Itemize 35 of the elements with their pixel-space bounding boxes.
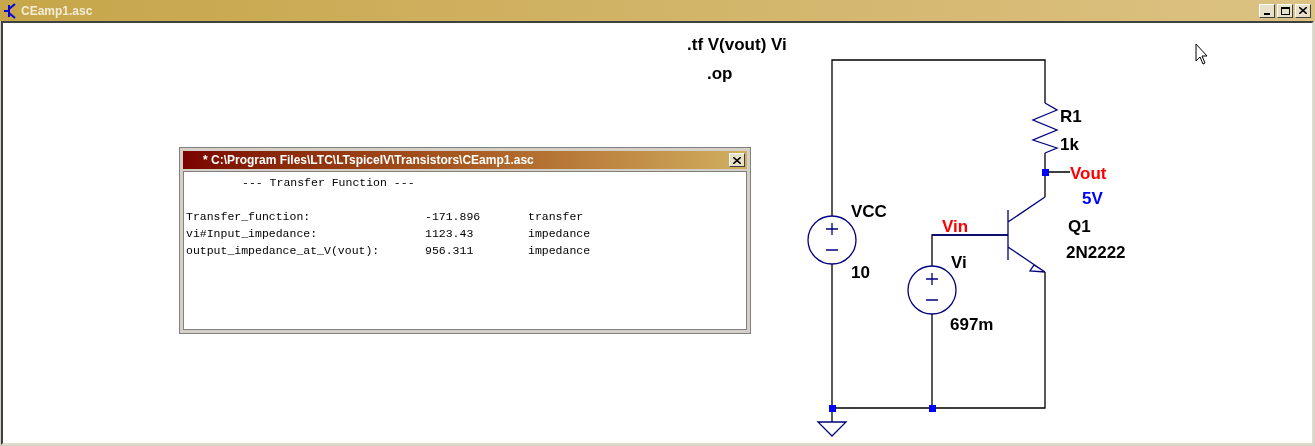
component-label: VCC bbox=[851, 202, 887, 221]
result-name: Transfer_function: bbox=[186, 209, 312, 225]
cursor-icon bbox=[1195, 43, 1208, 65]
output-heading: --- Transfer Function --- bbox=[241, 175, 416, 191]
result-name: output_impedance_at_V(vout): bbox=[186, 243, 381, 259]
close-button[interactable] bbox=[1295, 3, 1311, 18]
transistor-icon bbox=[3, 2, 17, 19]
component-label: Q1 bbox=[1068, 217, 1091, 236]
spice-directive: .tf V(vout) Vi bbox=[687, 35, 787, 54]
result-value: 956.311 bbox=[425, 243, 475, 259]
net-label: Vout bbox=[1070, 164, 1107, 183]
close-button[interactable] bbox=[729, 153, 745, 167]
result-unit: impedance bbox=[528, 226, 591, 242]
component-label: 2N2222 bbox=[1066, 243, 1126, 262]
maximize-icon bbox=[1280, 6, 1290, 15]
result-value: -171.896 bbox=[425, 209, 482, 225]
component-label: 1k bbox=[1060, 135, 1079, 154]
close-icon bbox=[1299, 7, 1307, 14]
minimize-icon bbox=[1264, 12, 1270, 15]
result-unit: transfer bbox=[528, 209, 584, 225]
result-name: vi#Input_impedance: bbox=[186, 226, 319, 242]
spice-directive: .op bbox=[707, 64, 733, 83]
minimize-button[interactable] bbox=[1259, 3, 1275, 18]
output-window-title: * C:\Program Files\LTC\LTspiceIV\Transistors\CEamp1.asc bbox=[203, 152, 534, 169]
voltage-label: 5V bbox=[1082, 189, 1103, 208]
component-label: R1 bbox=[1060, 107, 1082, 126]
component-label: 697m bbox=[950, 315, 994, 334]
maximize-button[interactable] bbox=[1277, 3, 1293, 18]
net-label: Vin bbox=[942, 217, 969, 236]
window-title: CEamp1.asc bbox=[21, 2, 93, 20]
close-icon bbox=[733, 156, 741, 164]
component-label: Vi bbox=[951, 253, 967, 272]
result-unit: impedance bbox=[528, 243, 591, 259]
component-label: 10 bbox=[851, 263, 870, 282]
result-value: 1123.43 bbox=[425, 226, 475, 242]
